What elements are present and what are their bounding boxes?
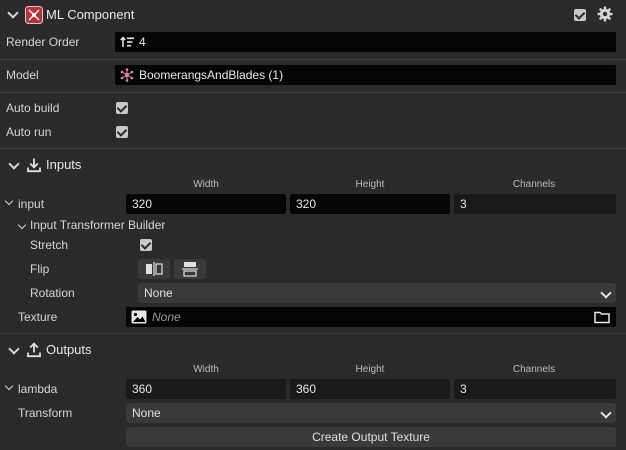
input-height-value: 320 xyxy=(296,197,317,211)
flip-vertical-button[interactable] xyxy=(174,259,206,279)
model-value: BoomerangsAndBlades (1) xyxy=(139,68,284,82)
render-order-field[interactable]: 4 xyxy=(115,32,616,52)
texture-label: Texture xyxy=(18,310,58,324)
lambda-height-field[interactable]: 360 xyxy=(290,379,450,399)
input-width-value: 320 xyxy=(132,197,153,211)
upload-icon xyxy=(26,342,42,358)
flip-horizontal-icon xyxy=(146,262,163,276)
inputs-collapse-caret[interactable] xyxy=(8,158,20,170)
chevron-down-icon xyxy=(600,287,612,299)
download-icon xyxy=(26,157,42,173)
image-icon xyxy=(131,310,147,324)
create-output-texture-button[interactable]: Create Output Texture xyxy=(126,427,616,447)
column-header-height: Height xyxy=(355,364,385,375)
rotation-label: Rotation xyxy=(30,286,75,300)
flip-vertical-icon xyxy=(182,262,198,277)
input-height-field[interactable]: 320 xyxy=(290,194,450,214)
sort-order-icon xyxy=(120,36,134,48)
lambda-height-value: 360 xyxy=(296,382,317,396)
component-enabled-checkbox[interactable] xyxy=(574,9,586,21)
input-width-field[interactable]: 320 xyxy=(126,194,286,214)
divider xyxy=(0,333,626,334)
divider xyxy=(0,59,626,60)
render-order-label: Render Order xyxy=(6,35,80,49)
texture-value: None xyxy=(152,310,181,324)
transform-dropdown[interactable]: None xyxy=(126,403,616,423)
auto-run-label: Auto run xyxy=(6,125,52,139)
lambda-width-value: 360 xyxy=(132,382,153,396)
chevron-down-icon xyxy=(600,407,612,419)
column-header-width: Width xyxy=(193,179,219,190)
flip-label: Flip xyxy=(30,262,50,276)
input-transformer-label: Input Transformer Builder xyxy=(30,218,166,232)
column-header-width: Width xyxy=(193,364,219,375)
lambda-expand-caret[interactable] xyxy=(4,381,14,391)
input-expand-caret[interactable] xyxy=(4,196,14,206)
folder-icon[interactable] xyxy=(594,310,610,324)
texture-field[interactable]: None xyxy=(126,307,616,327)
input-label: input xyxy=(18,197,45,211)
column-header-channels: Channels xyxy=(512,364,556,375)
collapse-component-caret[interactable] xyxy=(7,7,19,19)
model-asset-icon xyxy=(120,68,134,82)
transformer-expand-caret[interactable] xyxy=(17,220,27,230)
inputs-section-title: Inputs xyxy=(46,157,82,172)
stretch-checkbox[interactable] xyxy=(140,239,152,251)
divider xyxy=(0,148,626,149)
lambda-channels-value: 3 xyxy=(460,382,467,396)
model-label: Model xyxy=(6,68,39,82)
lambda-channels-field[interactable]: 3 xyxy=(454,379,616,399)
auto-build-label: Auto build xyxy=(6,101,60,115)
render-order-value: 4 xyxy=(139,35,146,49)
lambda-width-field[interactable]: 360 xyxy=(126,379,286,399)
ml-component-icon xyxy=(25,6,43,24)
input-channels-value: 3 xyxy=(460,197,467,211)
model-field[interactable]: BoomerangsAndBlades (1) xyxy=(115,65,616,85)
column-header-height: Height xyxy=(355,179,385,190)
lambda-label: lambda xyxy=(18,382,58,396)
outputs-collapse-caret[interactable] xyxy=(8,343,20,355)
divider xyxy=(0,92,626,93)
component-title: ML Component xyxy=(46,7,135,22)
column-header-channels: Channels xyxy=(512,179,556,190)
rotation-dropdown[interactable]: None xyxy=(138,283,616,303)
outputs-section-title: Outputs xyxy=(46,342,92,357)
transform-value: None xyxy=(132,406,161,420)
gear-icon[interactable] xyxy=(597,6,613,22)
rotation-value: None xyxy=(144,286,173,300)
input-channels-field[interactable]: 3 xyxy=(454,194,616,214)
auto-build-checkbox[interactable] xyxy=(116,102,128,114)
transform-label: Transform xyxy=(18,406,73,420)
stretch-label: Stretch xyxy=(30,238,69,252)
flip-horizontal-button[interactable] xyxy=(138,259,170,279)
auto-run-checkbox[interactable] xyxy=(116,126,128,138)
